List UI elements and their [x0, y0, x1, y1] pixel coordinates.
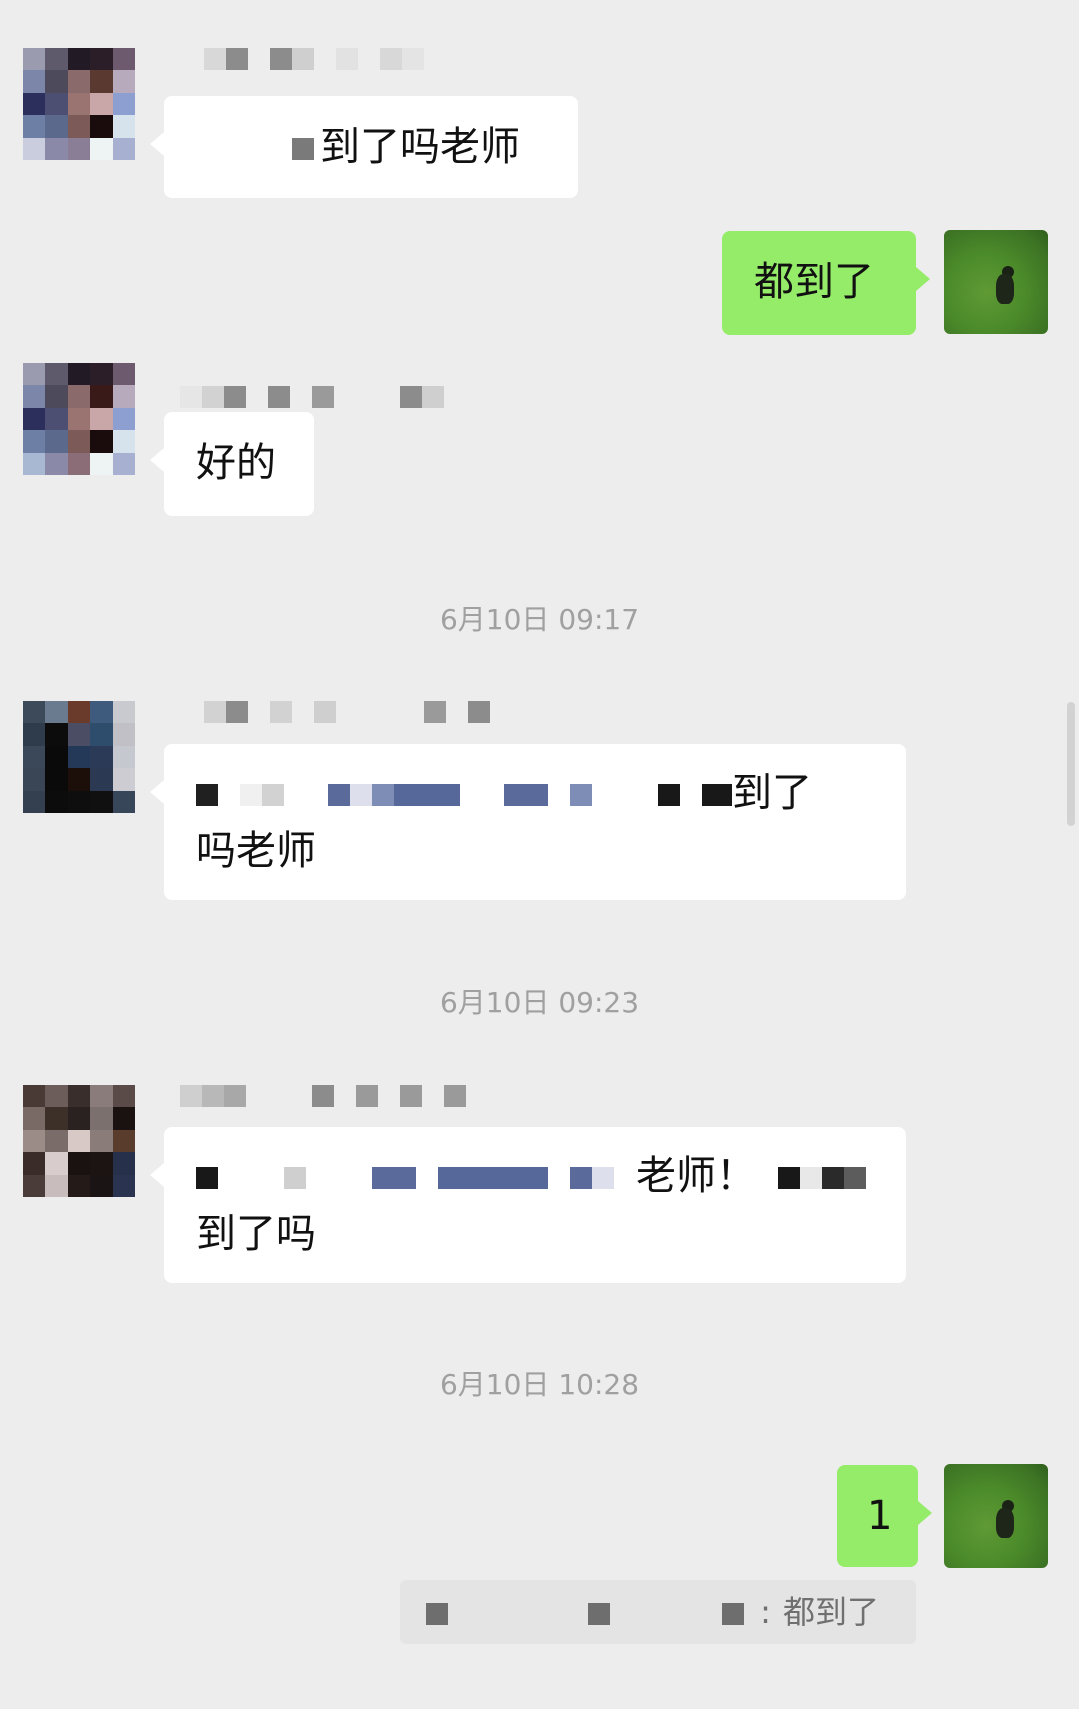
scrollbar[interactable] [1067, 702, 1075, 826]
redacted-text [196, 1167, 218, 1189]
sender-name-blurred [204, 701, 490, 723]
message-text: 都到了 [754, 259, 874, 305]
message-text-line2: 到了吗 [196, 1211, 316, 1257]
timestamp: 6月10日 10:28 [439, 1368, 640, 1401]
sender-name-blurred [180, 386, 444, 408]
contact-avatar[interactable] [23, 701, 135, 813]
my-avatar[interactable] [944, 1464, 1048, 1568]
contact-avatar[interactable] [23, 1085, 135, 1197]
message-text: 到了吗老师 [320, 124, 520, 170]
sender-name-blurred [180, 1085, 466, 1107]
redacted-text [196, 784, 218, 806]
message-bubble-incoming[interactable]: 到了 吗老师 [150, 744, 906, 900]
timestamp: 6月10日 09:17 [439, 603, 640, 636]
message-bubble-outgoing[interactable]: 1 [837, 1465, 932, 1567]
quote-separator: : [760, 1593, 771, 1631]
my-avatar[interactable] [944, 230, 1048, 334]
sender-name-blurred [204, 48, 424, 70]
message-text: 1 [867, 1493, 893, 1539]
quote-text: 都到了 [782, 1593, 879, 1631]
message-bubble-outgoing[interactable]: 都到了 [722, 231, 930, 335]
message-text: 好的 [196, 440, 276, 486]
redacted-text [426, 1603, 448, 1625]
message-text-line1: 老师！ [636, 1153, 756, 1199]
quoted-message[interactable]: : 都到了 [400, 1580, 916, 1644]
contact-avatar[interactable] [23, 48, 135, 160]
contact-avatar[interactable] [23, 363, 135, 475]
message-bubble-incoming[interactable]: 到了吗老师 [150, 96, 578, 198]
message-bubble-incoming[interactable]: 好的 [150, 412, 314, 516]
message-bubble-incoming[interactable]: 老师！ 到了吗 [150, 1127, 906, 1283]
timestamp: 6月10日 09:23 [439, 986, 640, 1019]
message-text-line2: 吗老师 [196, 828, 316, 874]
redacted-text [292, 138, 314, 160]
message-text-line1: 到了 [732, 770, 812, 816]
